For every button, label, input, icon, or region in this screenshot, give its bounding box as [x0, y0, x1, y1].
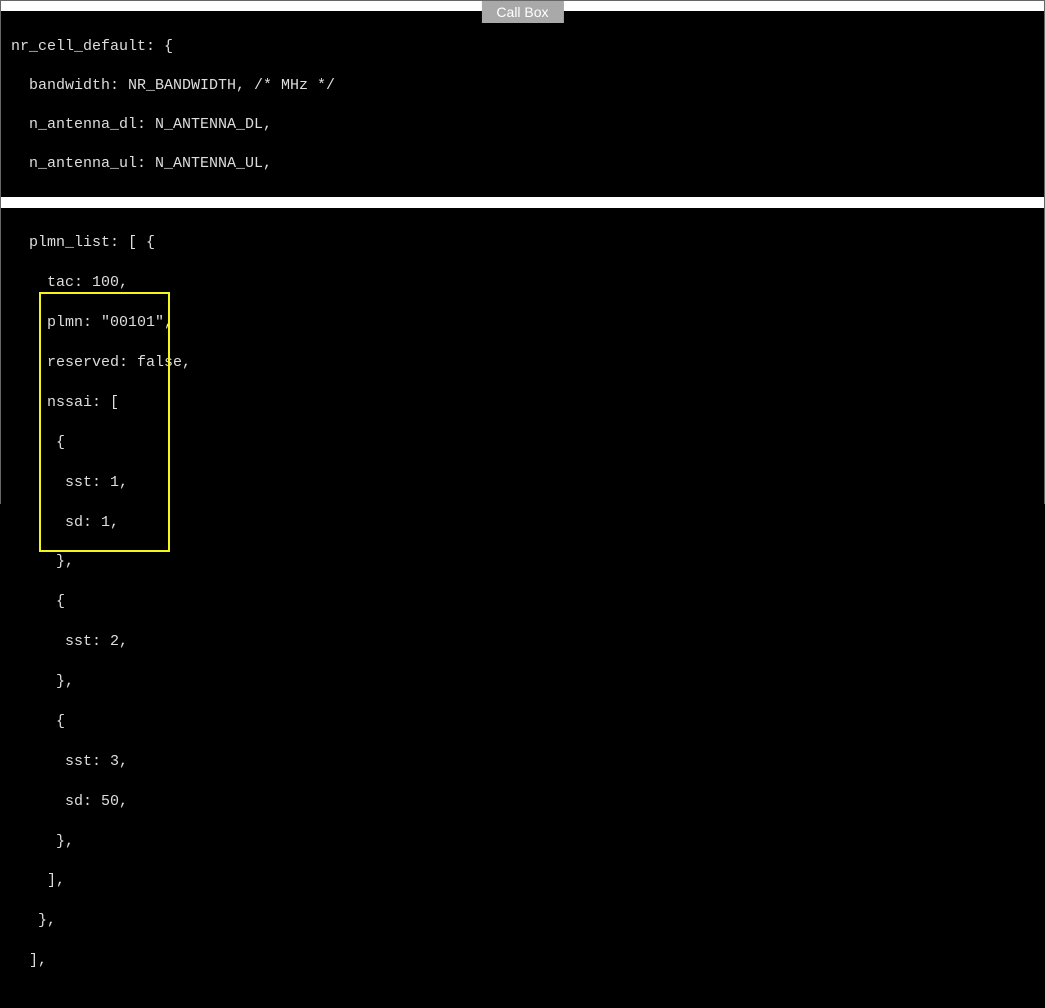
- code-line: plmn: "00101",: [11, 313, 1034, 333]
- code-line: {: [11, 433, 1034, 453]
- code-line: nr_cell_default: {: [11, 37, 1034, 57]
- code-line: },: [11, 832, 1034, 852]
- code-block-lower: plmn_list: [ { tac: 100, plmn: "00101", …: [1, 208, 1044, 1008]
- code-line: sst: 1,: [11, 473, 1034, 493]
- code-block-upper: nr_cell_default: { bandwidth: NR_BANDWID…: [1, 11, 1044, 197]
- code-line: },: [11, 672, 1034, 692]
- code-line: ],: [11, 871, 1034, 891]
- code-line: n_antenna_dl: N_ANTENNA_DL,: [11, 115, 1034, 135]
- code-line: {: [11, 592, 1034, 612]
- code-line: n_antenna_ul: N_ANTENNA_UL,: [11, 154, 1034, 174]
- code-line: },: [11, 911, 1034, 931]
- code-line: nssai: [: [11, 393, 1034, 413]
- code-line: tac: 100,: [11, 273, 1034, 293]
- code-line: sd: 50,: [11, 792, 1034, 812]
- code-line: },: [11, 552, 1034, 572]
- code-line: plmn_list: [ {: [11, 233, 1034, 253]
- code-line: {: [11, 712, 1034, 732]
- code-line: sst: 2,: [11, 632, 1034, 652]
- code-line: sd: 1,: [11, 513, 1034, 533]
- call-box-tab: Call Box: [481, 1, 563, 23]
- code-line: bandwidth: NR_BANDWIDTH, /* MHz */: [11, 76, 1034, 96]
- code-line: reserved: false,: [11, 353, 1034, 373]
- code-line: sst: 3,: [11, 752, 1034, 772]
- mid-divider: [1, 197, 1044, 208]
- code-line: ],: [11, 951, 1034, 971]
